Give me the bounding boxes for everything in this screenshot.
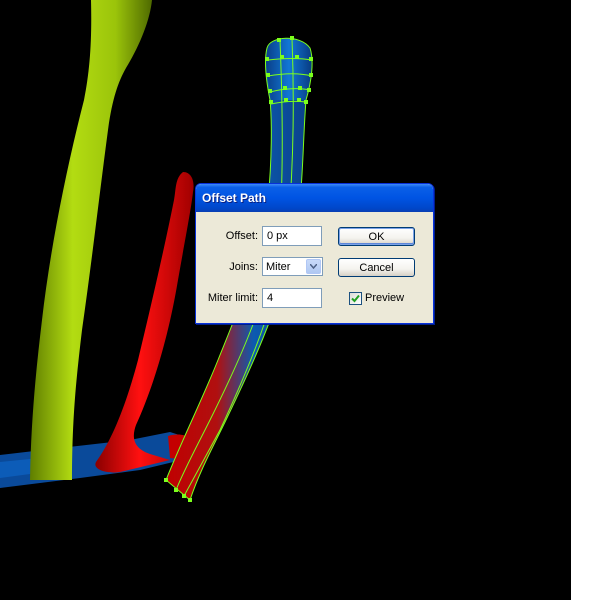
offset-label: Offset: xyxy=(225,230,258,242)
ok-button[interactable]: OK xyxy=(338,227,415,246)
dialog-title: Offset Path xyxy=(202,191,267,205)
joins-selected-value: Miter xyxy=(266,261,291,273)
miter-limit-label: Miter limit: xyxy=(207,292,258,304)
offset-input[interactable]: 0 px xyxy=(262,226,322,246)
offset-path-dialog: Offset Path Offset: 0 px Joins: Miter Mi… xyxy=(195,183,434,324)
preview-checkbox[interactable] xyxy=(349,292,362,305)
joins-label: Joins: xyxy=(229,261,258,273)
preview-label[interactable]: Preview xyxy=(365,292,404,304)
joins-select[interactable]: Miter xyxy=(262,257,323,276)
dialog-body: Offset: 0 px Joins: Miter Miter limit: 4… xyxy=(196,212,433,323)
miter-limit-input[interactable]: 4 xyxy=(262,288,322,308)
checkmark-icon xyxy=(351,294,360,303)
dialog-titlebar[interactable]: Offset Path xyxy=(196,184,433,212)
cancel-button[interactable]: Cancel xyxy=(338,258,415,277)
chevron-down-icon[interactable] xyxy=(306,259,321,274)
